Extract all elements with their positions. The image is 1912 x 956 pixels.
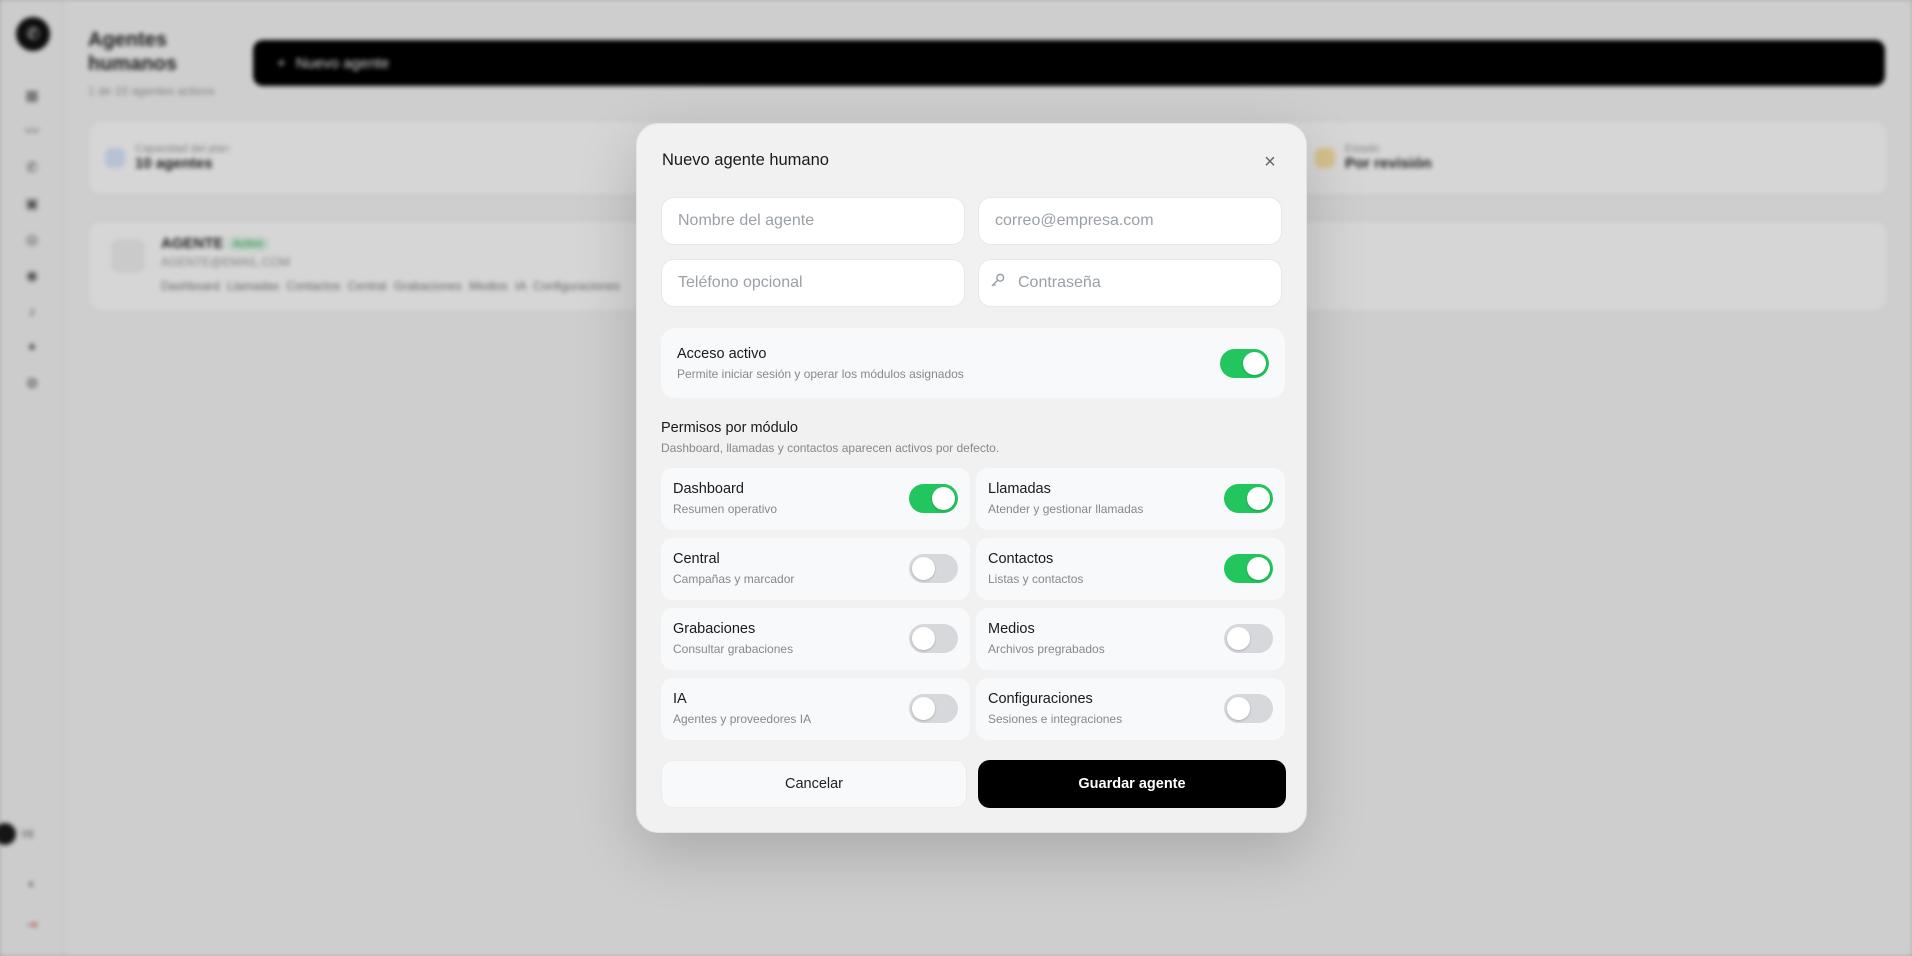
module-description: Sesiones e integraciones xyxy=(988,712,1123,726)
grabaciones-toggle[interactable] xyxy=(909,624,958,653)
toggle-knob xyxy=(1227,697,1250,720)
access-toggle[interactable] xyxy=(1220,349,1269,378)
toggle-knob xyxy=(932,487,955,510)
permission-grabaciones: Grabaciones Consultar grabaciones xyxy=(661,608,970,670)
phone-input[interactable] xyxy=(661,259,965,307)
module-description: Listas y contactos xyxy=(988,572,1084,586)
contactos-toggle[interactable] xyxy=(1224,554,1273,583)
new-agent-modal: Nuevo agente humano × Acceso activo Perm… xyxy=(636,123,1307,833)
toggle-knob xyxy=(912,627,935,650)
save-agent-button[interactable]: Guardar agente xyxy=(978,760,1286,808)
module-description: Consultar grabaciones xyxy=(673,642,794,656)
medios-toggle[interactable] xyxy=(1224,624,1273,653)
agent-name-input[interactable] xyxy=(661,197,965,245)
module-title: Llamadas xyxy=(988,481,1051,497)
module-title: Medios xyxy=(988,621,1035,637)
permission-dashboard: Dashboard Resumen operativo xyxy=(661,468,970,530)
close-icon[interactable]: × xyxy=(1259,151,1281,173)
toggle-knob xyxy=(1247,557,1270,580)
permission-contactos: Contactos Listas y contactos xyxy=(976,538,1285,600)
configuraciones-toggle[interactable] xyxy=(1224,694,1273,723)
access-title: Acceso activo xyxy=(677,346,767,362)
toggle-knob xyxy=(912,557,935,580)
toggle-knob xyxy=(1227,627,1250,650)
module-title: Dashboard xyxy=(673,481,744,497)
module-title: Contactos xyxy=(988,551,1054,567)
toggle-knob xyxy=(912,697,935,720)
permission-ia: IA Agentes y proveedores IA xyxy=(661,678,970,740)
access-description: Permite iniciar sesión y operar los módu… xyxy=(677,367,964,381)
llamadas-toggle[interactable] xyxy=(1224,484,1273,513)
module-title: Grabaciones xyxy=(673,621,756,637)
ia-toggle[interactable] xyxy=(909,694,958,723)
password-input[interactable] xyxy=(978,259,1282,307)
email-input[interactable] xyxy=(978,197,1282,245)
permission-llamadas: Llamadas Atender y gestionar llamadas xyxy=(976,468,1285,530)
module-description: Agentes y proveedores IA xyxy=(673,712,812,726)
modal-title: Nuevo agente humano xyxy=(662,151,829,169)
module-description: Resumen operativo xyxy=(673,502,778,516)
module-description: Campañas y marcador xyxy=(673,572,795,586)
toggle-knob xyxy=(1243,352,1266,375)
permission-medios: Medios Archivos pregrabados xyxy=(976,608,1285,670)
module-title: Central xyxy=(673,551,720,567)
permissions-description: Dashboard, llamadas y contactos aparecen… xyxy=(661,441,1000,455)
permission-configuraciones: Configuraciones Sesiones e integraciones xyxy=(976,678,1285,740)
toggle-knob xyxy=(1247,487,1270,510)
key-icon xyxy=(991,273,1005,287)
module-title: IA xyxy=(673,691,687,707)
access-active-row: Acceso activo Permite iniciar sesión y o… xyxy=(661,328,1285,398)
cancel-button[interactable]: Cancelar xyxy=(661,760,967,808)
permissions-title: Permisos por módulo xyxy=(661,420,798,436)
dashboard-toggle[interactable] xyxy=(909,484,958,513)
module-title: Configuraciones xyxy=(988,691,1093,707)
module-description: Atender y gestionar llamadas xyxy=(988,502,1144,516)
central-toggle[interactable] xyxy=(909,554,958,583)
permission-central: Central Campañas y marcador xyxy=(661,538,970,600)
module-description: Archivos pregrabados xyxy=(988,642,1105,656)
